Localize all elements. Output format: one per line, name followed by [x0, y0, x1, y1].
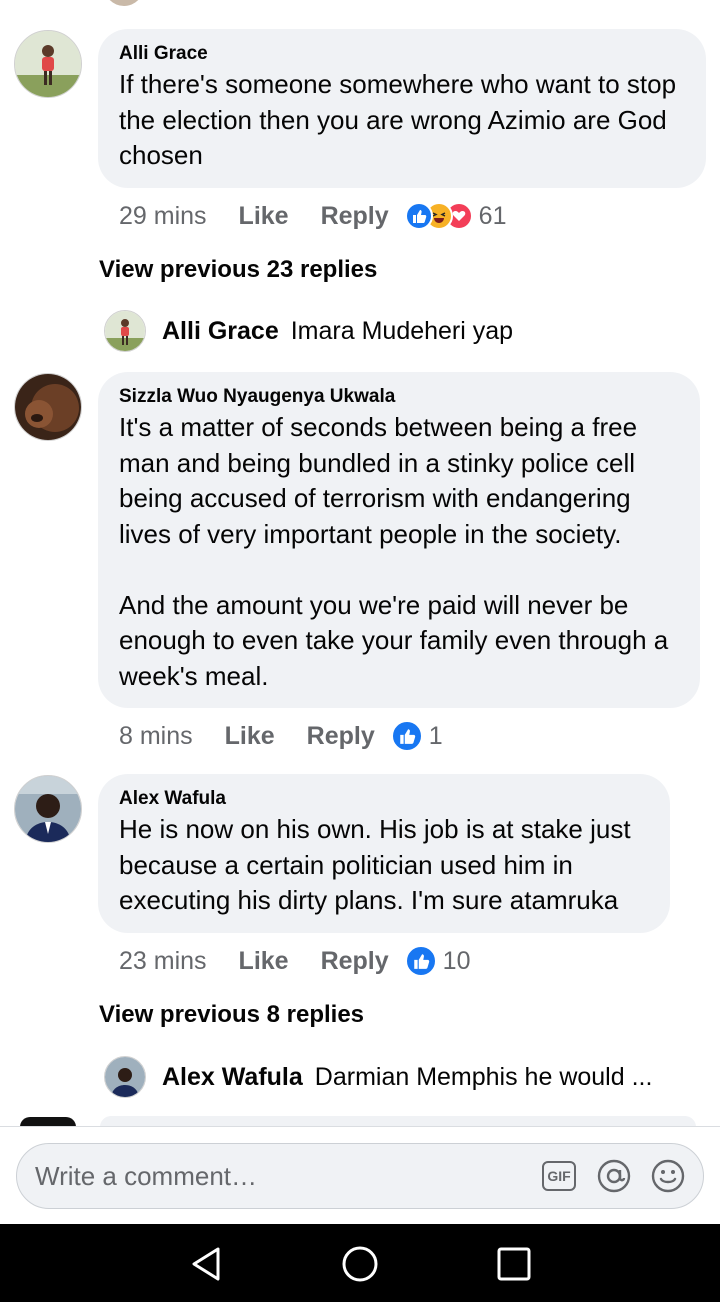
cropped-avatar [104, 0, 144, 6]
comment-actions: 8 mins Like Reply 1 [119, 718, 443, 754]
comment-text: He is now on his own. His job is at stak… [119, 814, 638, 915]
comment-author[interactable]: Sizzla Wuo Nyaugenya Ukwala [119, 386, 680, 408]
home-icon[interactable] [340, 1244, 380, 1289]
comment-time[interactable]: 29 mins [119, 202, 207, 231]
comment-composer: Write a comment… GIF [0, 1126, 720, 1225]
comment-author[interactable]: Alli Grace [119, 43, 686, 65]
like-icon [404, 945, 437, 977]
view-previous-replies-link[interactable]: View previous 8 replies [99, 1001, 364, 1029]
avatar[interactable] [14, 775, 82, 843]
system-navigation-bar [0, 1224, 720, 1302]
reply-text: Imara Mudeheri yap [290, 316, 514, 345]
view-previous-replies-link[interactable]: View previous 23 replies [99, 256, 377, 284]
reactions[interactable]: 10 [404, 945, 471, 977]
recents-icon[interactable] [494, 1244, 534, 1289]
reply-button[interactable]: Reply [307, 722, 375, 751]
like-button[interactable]: Like [239, 202, 289, 231]
comment-input-placeholder: Write a comment… [35, 1161, 258, 1191]
comment-text: If there's someone somewhere who want to… [119, 69, 684, 170]
back-icon[interactable] [186, 1244, 226, 1289]
reply-text: Darmian Memphis he would ... [314, 1062, 653, 1091]
reaction-count: 10 [442, 946, 471, 975]
comment-bubble[interactable]: Alex Wafula He is now on his own. His jo… [98, 774, 670, 933]
reply-author[interactable]: Alli Grace [162, 317, 279, 346]
reply-preview[interactable]: Alli Grace Imara Mudeheri yap [104, 310, 513, 352]
gif-label: GIF [547, 1168, 571, 1184]
reaction-count: 1 [428, 721, 443, 750]
avatar[interactable] [14, 373, 82, 441]
comment-input[interactable]: Write a comment… GIF [16, 1143, 704, 1209]
comment-bubble[interactable]: Alli Grace If there's someone somewhere … [98, 29, 706, 188]
comment-time[interactable]: 23 mins [119, 947, 207, 976]
reactions[interactable]: 1 [390, 720, 443, 752]
like-icon [404, 202, 433, 230]
gif-icon[interactable]: GIF [542, 1161, 576, 1191]
reply-button[interactable]: Reply [321, 202, 389, 231]
reply-author[interactable]: Alex Wafula [162, 1063, 303, 1092]
comment-actions: 23 mins Like Reply 10 [119, 943, 470, 979]
mention-icon[interactable] [597, 1159, 631, 1198]
reply-preview[interactable]: Alex Wafula Darmian Memphis he would ... [104, 1056, 652, 1098]
like-button[interactable]: Like [239, 947, 289, 976]
comment-text: It's a matter of seconds between being a… [119, 412, 669, 691]
like-icon [390, 720, 423, 752]
avatar [104, 310, 146, 352]
avatar[interactable] [14, 30, 82, 98]
avatar [104, 1056, 146, 1098]
like-button[interactable]: Like [225, 722, 275, 751]
reply-button[interactable]: Reply [321, 947, 389, 976]
comment-actions: 29 mins Like Reply 61 [119, 198, 506, 234]
comment-author[interactable]: Alex Wafula [119, 788, 650, 810]
comment-time[interactable]: 8 mins [119, 722, 193, 751]
emoji-icon[interactable] [651, 1159, 685, 1198]
comment-bubble[interactable]: Sizzla Wuo Nyaugenya Ukwala It's a matte… [98, 372, 700, 708]
reactions[interactable]: 61 [404, 201, 507, 231]
reaction-count: 61 [478, 201, 507, 230]
